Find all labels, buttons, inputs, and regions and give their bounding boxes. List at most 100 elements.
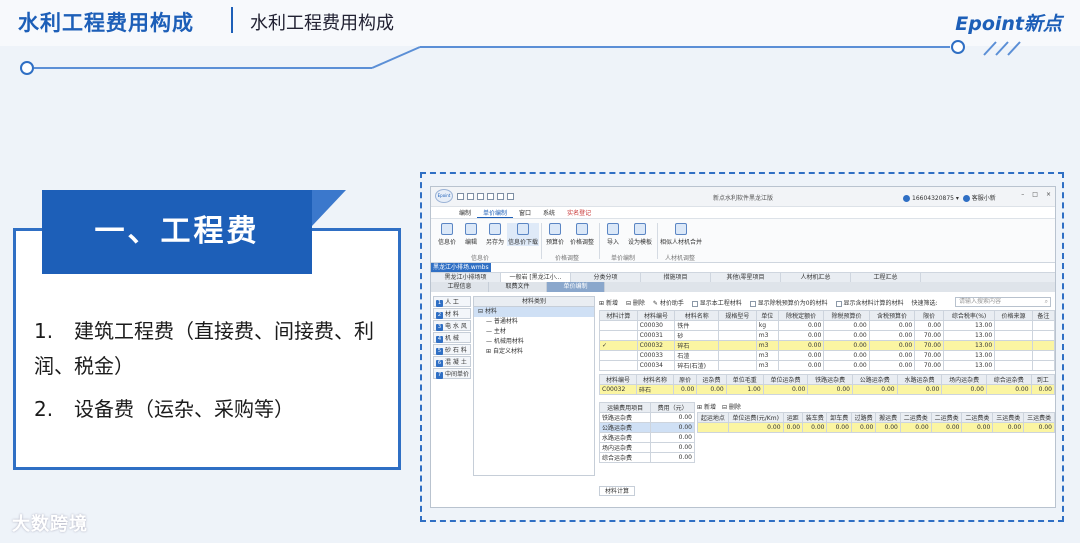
- filter-calc-checkbox[interactable]: 显示含材料计算的材料: [835, 298, 903, 307]
- table-cell[interactable]: m3: [755, 330, 779, 341]
- table-row[interactable]: C00033 石渣 m3 0.00 0.00 0.00 70.00 13.00: [599, 350, 1055, 361]
- table-cell[interactable]: C00034: [636, 360, 676, 371]
- table-cell[interactable]: 0.00: [823, 360, 870, 371]
- tree-item[interactable]: ⊞ 自定义材料: [474, 347, 594, 357]
- maximize-icon[interactable]: □: [1032, 191, 1038, 198]
- table-cell[interactable]: [1031, 350, 1055, 361]
- table-cell[interactable]: 0.00: [696, 384, 727, 395]
- table-cell[interactable]: C00031: [636, 330, 676, 341]
- minimize-icon[interactable]: –: [1021, 191, 1024, 198]
- tree-item[interactable]: — 主材: [474, 327, 594, 337]
- table-cell[interactable]: 0.00: [941, 384, 987, 395]
- table-row[interactable]: C00030 铁件 kg 0.00 0.00 0.00 0.00 13.00: [599, 320, 1055, 331]
- calc-checkbox[interactable]: [599, 320, 638, 331]
- table-cell[interactable]: C00032: [599, 384, 637, 395]
- close-icon[interactable]: ×: [1046, 191, 1051, 198]
- tab-project-info[interactable]: 工程信息: [431, 282, 489, 292]
- table-cell[interactable]: 13.00: [942, 350, 996, 361]
- table-row[interactable]: 综合运杂费 0.00: [598, 452, 695, 463]
- table-cell[interactable]: 0.00: [672, 384, 698, 395]
- table-cell[interactable]: 0.00: [823, 330, 870, 341]
- table-cell[interactable]: 0.00: [826, 422, 852, 433]
- nav-material[interactable]: 2材 料: [433, 308, 471, 319]
- table-cell[interactable]: [718, 350, 757, 361]
- table-cell[interactable]: [697, 422, 729, 433]
- table-cell[interactable]: [994, 360, 1033, 371]
- table-cell[interactable]: 13.00: [942, 330, 996, 341]
- tab-rock[interactable]: 一般岩 [黑龙江小...: [501, 273, 571, 282]
- freight-add-button[interactable]: ⊞ 新增: [697, 402, 716, 411]
- table-cell[interactable]: 0.00: [868, 320, 916, 331]
- ribbon-merge[interactable]: 相似人材机合并: [659, 223, 703, 246]
- table-cell[interactable]: 碎石: [674, 340, 720, 351]
- calc-checkbox[interactable]: [599, 350, 638, 361]
- table-cell[interactable]: 0.00: [1030, 384, 1055, 395]
- menu-system[interactable]: 系统: [537, 208, 561, 217]
- table-cell[interactable]: [718, 330, 757, 341]
- price-helper-button[interactable]: ✎ 材价助手: [653, 298, 684, 307]
- table-cell[interactable]: 13.00: [942, 340, 996, 351]
- table-cell[interactable]: 0.00: [762, 384, 809, 395]
- table-cell[interactable]: 0.00: [777, 330, 825, 341]
- table-cell[interactable]: 0.00: [650, 432, 695, 443]
- nav-utilities[interactable]: 3电 水 风: [433, 320, 471, 331]
- table-cell[interactable]: 0.00: [868, 330, 916, 341]
- tab-unit-price[interactable]: 单价编制: [547, 282, 605, 292]
- tab-measures[interactable]: 措施项目: [641, 273, 711, 282]
- tree-item[interactable]: ⊟ 材料: [474, 307, 594, 317]
- table-cell[interactable]: 0.00: [914, 320, 944, 331]
- table-row[interactable]: 水路运杂费 0.00: [598, 432, 695, 443]
- ribbon-info-price[interactable]: 信息价: [435, 223, 459, 246]
- table-cell[interactable]: 碎石(石渣): [674, 360, 720, 371]
- table-cell[interactable]: [1031, 320, 1055, 331]
- table-cell[interactable]: 0.00: [650, 442, 695, 453]
- table-cell[interactable]: 0.00: [777, 320, 825, 331]
- tab-other[interactable]: 其他\零星项目: [711, 273, 781, 282]
- table-cell[interactable]: 0.00: [961, 422, 994, 433]
- table-cell[interactable]: 0.00: [899, 422, 932, 433]
- menu-realname[interactable]: 实名登记: [561, 208, 597, 217]
- table-cell[interactable]: 70.00: [914, 350, 944, 361]
- table-cell[interactable]: 综合运杂费: [598, 452, 652, 463]
- tab-project-summary[interactable]: 工程汇总: [851, 273, 921, 282]
- nav-labor[interactable]: 1人 工: [433, 296, 471, 307]
- ribbon-import[interactable]: 导入: [601, 223, 625, 246]
- table-cell[interactable]: [1031, 330, 1055, 341]
- table-row[interactable]: C00034 碎石(石渣) m3 0.00 0.00 0.00 70.00 13.00: [599, 360, 1055, 371]
- table-cell[interactable]: 水路运杂费: [598, 432, 652, 443]
- ribbon-download[interactable]: 信息价下载: [507, 223, 539, 246]
- table-cell[interactable]: 0.00: [650, 452, 695, 463]
- calc-checkbox[interactable]: [599, 330, 638, 341]
- table-cell[interactable]: 0.00: [650, 422, 695, 433]
- table-cell[interactable]: 0.00: [777, 350, 825, 361]
- ribbon-price-adjust[interactable]: 价格调整: [567, 223, 597, 246]
- table-cell[interactable]: 1.00: [725, 384, 764, 395]
- table-cell[interactable]: 0.00: [851, 384, 898, 395]
- table-cell[interactable]: 0.00: [782, 422, 804, 433]
- table-cell[interactable]: 砂: [674, 330, 720, 341]
- table-cell[interactable]: [718, 320, 757, 331]
- table-cell[interactable]: [1031, 360, 1055, 371]
- table-cell[interactable]: [1031, 340, 1055, 351]
- table-row[interactable]: 铁路运杂费 0.00: [598, 412, 695, 423]
- menu-window[interactable]: 窗口: [513, 208, 537, 217]
- table-cell[interactable]: 0.00: [1023, 422, 1055, 433]
- table-cell[interactable]: [718, 340, 757, 351]
- freight-delete-button[interactable]: ⊟ 删除: [722, 402, 741, 411]
- table-cell[interactable]: 0.00: [850, 422, 877, 433]
- table-cell[interactable]: 0.00: [823, 350, 870, 361]
- calc-checkbox[interactable]: ✓: [599, 340, 638, 351]
- table-cell[interactable]: 0.00: [650, 412, 695, 423]
- table-cell[interactable]: m3: [755, 350, 779, 361]
- table-cell[interactable]: 0.00: [930, 422, 963, 433]
- nav-concrete[interactable]: 6混 凝 土: [433, 356, 471, 367]
- table-cell[interactable]: [718, 360, 757, 371]
- table-cell[interactable]: m3: [755, 340, 779, 351]
- table-cell[interactable]: 70.00: [914, 340, 944, 351]
- table-cell[interactable]: 公路运杂费: [598, 422, 652, 433]
- nav-machinery[interactable]: 4机 械: [433, 332, 471, 343]
- delete-button[interactable]: ⊟ 删除: [626, 298, 645, 307]
- table-cell[interactable]: 70.00: [914, 360, 944, 371]
- table-row[interactable]: 公路运杂费 0.00: [598, 422, 695, 433]
- table-cell[interactable]: 0.00: [807, 384, 853, 395]
